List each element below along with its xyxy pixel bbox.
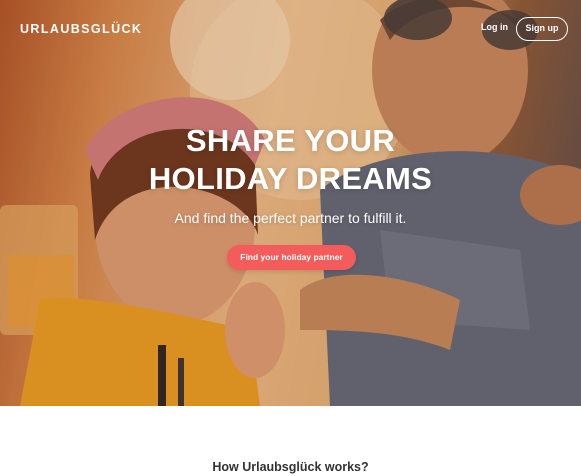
hero-section: URLAUBSGLÜCK Log in Sign up SHARE YOUR H… — [0, 0, 581, 406]
signup-button[interactable]: Sign up — [516, 17, 568, 41]
how-it-works-title: How Urlaubsglück works? — [212, 460, 369, 474]
hero-headline: SHARE YOUR HOLIDAY DREAMS — [0, 122, 581, 198]
login-link[interactable]: Log in — [481, 22, 508, 32]
hero-tint-overlay — [0, 0, 581, 406]
hero-headline-line-1: SHARE YOUR — [185, 123, 396, 158]
logo[interactable]: URLAUBSGLÜCK — [20, 22, 142, 36]
hero-headline-line-2: HOLIDAY DREAMS — [148, 161, 433, 196]
find-holiday-partner-button[interactable]: Find your holiday partner — [227, 245, 356, 270]
hero-subheadline: And find the perfect partner to fulfill … — [174, 210, 407, 226]
top-navigation: URLAUBSGLÜCK Log in Sign up — [0, 0, 581, 58]
